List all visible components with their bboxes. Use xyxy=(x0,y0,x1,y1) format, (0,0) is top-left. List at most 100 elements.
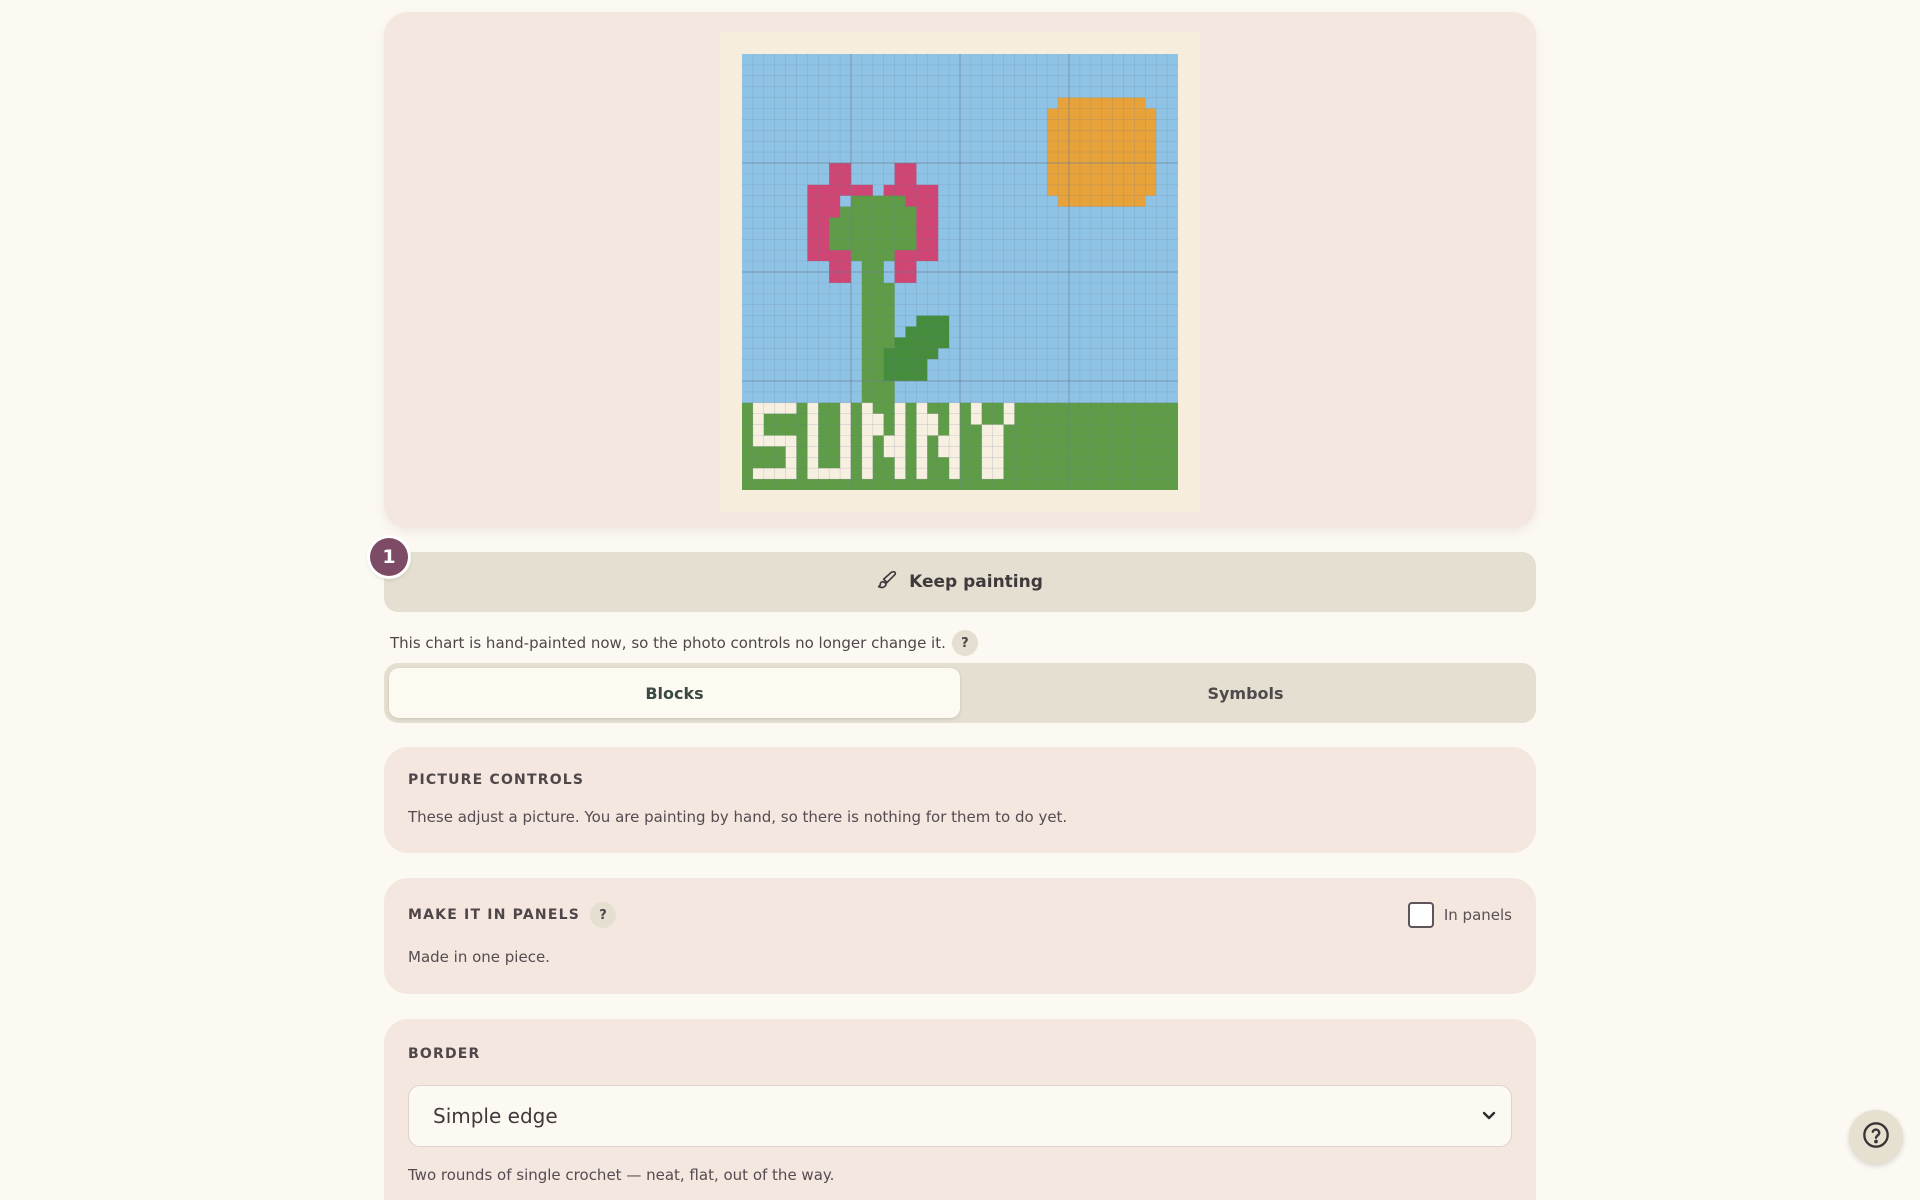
chart-cell[interactable] xyxy=(1058,479,1070,490)
chart-cell[interactable] xyxy=(774,457,786,469)
chart-cell[interactable] xyxy=(763,119,776,131)
chart-cell[interactable] xyxy=(1090,86,1103,98)
chart-cell[interactable] xyxy=(1145,468,1157,480)
chart-cell[interactable] xyxy=(1145,337,1157,349)
chart-cell[interactable] xyxy=(981,413,994,425)
chart-cell[interactable] xyxy=(1123,468,1135,480)
chart-cell[interactable] xyxy=(872,250,885,262)
chart-cell[interactable] xyxy=(905,337,917,349)
chart-cell[interactable] xyxy=(818,130,830,142)
chart-cell[interactable] xyxy=(1003,304,1015,316)
chart-cell[interactable] xyxy=(960,315,972,327)
chart-cell[interactable] xyxy=(796,446,808,458)
chart-cell[interactable] xyxy=(818,413,830,425)
chart-cell[interactable] xyxy=(949,391,961,404)
chart-cell[interactable] xyxy=(1069,64,1081,77)
chart-cell[interactable] xyxy=(872,108,885,120)
chart-cell[interactable] xyxy=(927,75,939,88)
chart-cell[interactable] xyxy=(742,381,754,393)
chart-cell[interactable] xyxy=(1058,184,1070,197)
chart-cell[interactable] xyxy=(1003,108,1015,120)
chart-cell[interactable] xyxy=(829,75,841,88)
chart-cell[interactable] xyxy=(916,173,928,186)
chart-cell[interactable] xyxy=(752,479,765,490)
chart-cell[interactable] xyxy=(1145,479,1157,490)
chart-cell[interactable] xyxy=(1047,413,1059,425)
chart-cell[interactable] xyxy=(981,359,994,371)
chart-cell[interactable] xyxy=(829,326,841,338)
chart-cell[interactable] xyxy=(818,337,830,349)
chart-cell[interactable] xyxy=(818,261,830,273)
chart-cell[interactable] xyxy=(763,402,776,415)
chart-cell[interactable] xyxy=(872,457,885,469)
chart-cell[interactable] xyxy=(1079,446,1092,458)
chart-cell[interactable] xyxy=(1112,272,1124,284)
chart-cell[interactable] xyxy=(818,468,830,480)
chart-cell[interactable] xyxy=(829,402,841,415)
chart-cell[interactable] xyxy=(1058,413,1070,425)
chart-cell[interactable] xyxy=(861,239,874,251)
chart-cell[interactable] xyxy=(1112,348,1124,360)
chart-cell[interactable] xyxy=(960,391,972,404)
chart-cell[interactable] xyxy=(1003,184,1015,197)
chart-cell[interactable] xyxy=(1167,239,1178,251)
chart-cell[interactable] xyxy=(1167,130,1178,142)
chart-cell[interactable] xyxy=(1156,250,1168,262)
chart-cell[interactable] xyxy=(752,184,765,197)
chart-cell[interactable] xyxy=(851,315,863,327)
chart-cell[interactable] xyxy=(1079,261,1092,273)
chart-cell[interactable] xyxy=(894,315,906,327)
chart-cell[interactable] xyxy=(960,152,972,164)
chart-cell[interactable] xyxy=(829,54,841,66)
chart-cell[interactable] xyxy=(1025,163,1037,175)
chart-cell[interactable] xyxy=(1058,381,1070,393)
chart-cell[interactable] xyxy=(1167,337,1178,349)
chart-cell[interactable] xyxy=(1090,435,1103,447)
chart-cell[interactable] xyxy=(1167,446,1178,458)
chart-cell[interactable] xyxy=(1112,402,1124,415)
chart-cell[interactable] xyxy=(807,391,819,404)
chart-cell[interactable] xyxy=(916,435,928,447)
chart-cell[interactable] xyxy=(861,293,874,306)
chart-cell[interactable] xyxy=(883,86,895,98)
chart-cell[interactable] xyxy=(1014,228,1026,240)
chart-cell[interactable] xyxy=(796,468,808,480)
chart-cell[interactable] xyxy=(992,381,1004,393)
chart-cell[interactable] xyxy=(774,217,786,229)
chart-cell[interactable] xyxy=(872,184,885,197)
chart-cell[interactable] xyxy=(829,163,841,175)
chart-cell[interactable] xyxy=(1123,119,1135,131)
chart-cell[interactable] xyxy=(829,359,841,371)
chart-cell[interactable] xyxy=(1025,141,1037,153)
chart-cell[interactable] xyxy=(1167,206,1178,218)
chart-cell[interactable] xyxy=(872,468,885,480)
chart-cell[interactable] xyxy=(894,206,906,218)
chart-cell[interactable] xyxy=(1025,304,1037,316)
chart-cell[interactable] xyxy=(1025,250,1037,262)
chart-cell[interactable] xyxy=(905,272,917,284)
chart-cell[interactable] xyxy=(1014,163,1026,175)
chart-cell[interactable] xyxy=(1156,381,1168,393)
chart-cell[interactable] xyxy=(1167,348,1178,360)
chart-cell[interactable] xyxy=(1047,108,1059,120)
chart-cell[interactable] xyxy=(818,370,830,382)
chart-cell[interactable] xyxy=(1145,195,1157,207)
chart-cell[interactable] xyxy=(1014,381,1026,393)
chart-cell[interactable] xyxy=(1069,163,1081,175)
pixel-chart[interactable] xyxy=(742,54,1178,490)
chart-cell[interactable] xyxy=(916,239,928,251)
chart-cell[interactable] xyxy=(818,206,830,218)
chart-cell[interactable] xyxy=(1156,326,1168,338)
chart-cell[interactable] xyxy=(1090,381,1103,393)
chart-cell[interactable] xyxy=(970,152,983,164)
chart-cell[interactable] xyxy=(807,446,819,458)
chart-cell[interactable] xyxy=(894,370,906,382)
chart-cell[interactable] xyxy=(916,391,928,404)
chart-cell[interactable] xyxy=(1014,261,1026,273)
chart-cell[interactable] xyxy=(1003,152,1015,164)
chart-cell[interactable] xyxy=(938,130,950,142)
chart-cell[interactable] xyxy=(1112,381,1124,393)
chart-cell[interactable] xyxy=(938,359,950,371)
chart-cell[interactable] xyxy=(872,54,885,66)
chart-cell[interactable] xyxy=(796,370,808,382)
